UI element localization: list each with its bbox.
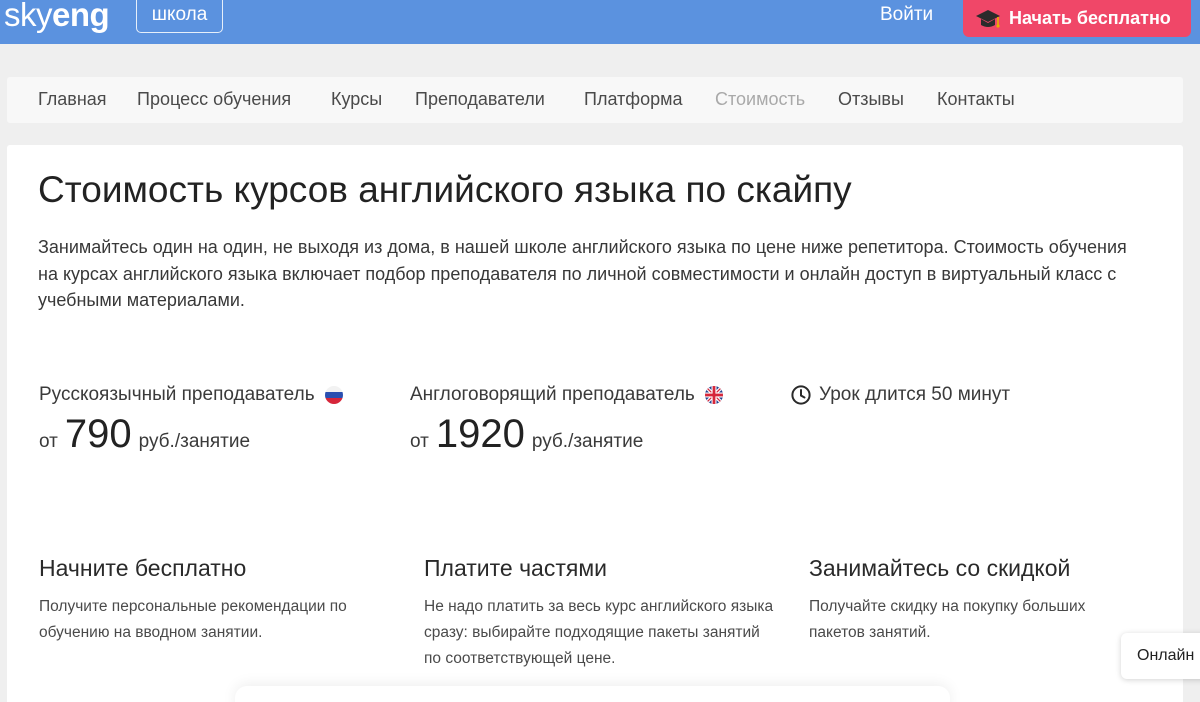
- russia-flag-icon: [324, 386, 343, 404]
- feature-title-discount: Занимайтесь со скидкой: [809, 555, 1071, 581]
- nav-item-courses[interactable]: Курсы: [331, 88, 382, 110]
- price-label-text: Англоговорящий преподаватель: [410, 384, 695, 405]
- feature-text-free: Получите персональные рекомендации по об…: [39, 598, 347, 641]
- clock-icon: [791, 385, 811, 405]
- logo-part-sky: sky: [4, 0, 53, 33]
- graduation-cap-icon: [976, 9, 1000, 28]
- login-link[interactable]: Войти: [880, 3, 933, 27]
- price-label-english: Англоговорящий преподаватель: [410, 383, 723, 407]
- bottom-panel-edge: [235, 686, 950, 702]
- nav-item-contacts[interactable]: Контакты: [937, 88, 1015, 110]
- start-free-button[interactable]: Начать бесплатно: [963, 0, 1191, 37]
- online-chat-button[interactable]: Онлайн: [1121, 633, 1200, 679]
- lead-paragraph: Занимайтесь один на один, не выходя из д…: [38, 237, 1127, 310]
- page-title: Стоимость курсов английского языка по ск…: [38, 169, 852, 210]
- nav-item-teachers[interactable]: Преподаватели: [415, 88, 545, 110]
- price-prefix: от: [39, 431, 58, 452]
- price-english: от 1920 руб./занятие: [410, 412, 643, 456]
- price-unit: руб./занятие: [138, 431, 251, 452]
- lesson-duration: Урок длится 50 минут: [791, 383, 1010, 407]
- nav-item-platform[interactable]: Платформа: [584, 88, 683, 110]
- start-free-button-label: Начать бесплатно: [1009, 8, 1171, 28]
- price-amount: 790: [64, 412, 132, 456]
- price-unit: руб./занятие: [531, 431, 644, 452]
- price-prefix: от: [410, 431, 429, 452]
- nav-item-home[interactable]: Главная: [38, 88, 107, 110]
- price-label-russian: Русскоязычный преподаватель: [39, 383, 343, 407]
- price-russian: от 790 руб./занятие: [39, 412, 250, 456]
- top-header: skyeng школа Войти Начать бесплатно: [0, 0, 1200, 44]
- feature-title-free: Начните бесплатно: [39, 555, 247, 581]
- logo-part-eng: eng: [52, 0, 110, 33]
- nav-item-reviews[interactable]: Отзывы: [838, 88, 904, 110]
- uk-flag-icon: [704, 386, 723, 404]
- nav-item-process[interactable]: Процесс обучения: [137, 88, 291, 110]
- main-nav: Главная Процесс обучения Курсы Преподава…: [7, 77, 1183, 123]
- feature-text-discount: Получайте скидку на покупку больших паке…: [809, 598, 1086, 641]
- price-label-text: Русскоязычный преподаватель: [39, 384, 315, 405]
- feature-text-installments: Не надо платить за весь курс английского…: [424, 598, 774, 667]
- feature-title-installments: Платите частями: [424, 555, 608, 581]
- nav-item-pricing[interactable]: Стоимость: [715, 88, 805, 110]
- school-badge[interactable]: школа: [136, 0, 223, 33]
- skyeng-logo[interactable]: skyeng: [4, 0, 110, 35]
- price-amount: 1920: [435, 412, 525, 456]
- lesson-duration-text: Урок длится 50 минут: [819, 384, 1011, 405]
